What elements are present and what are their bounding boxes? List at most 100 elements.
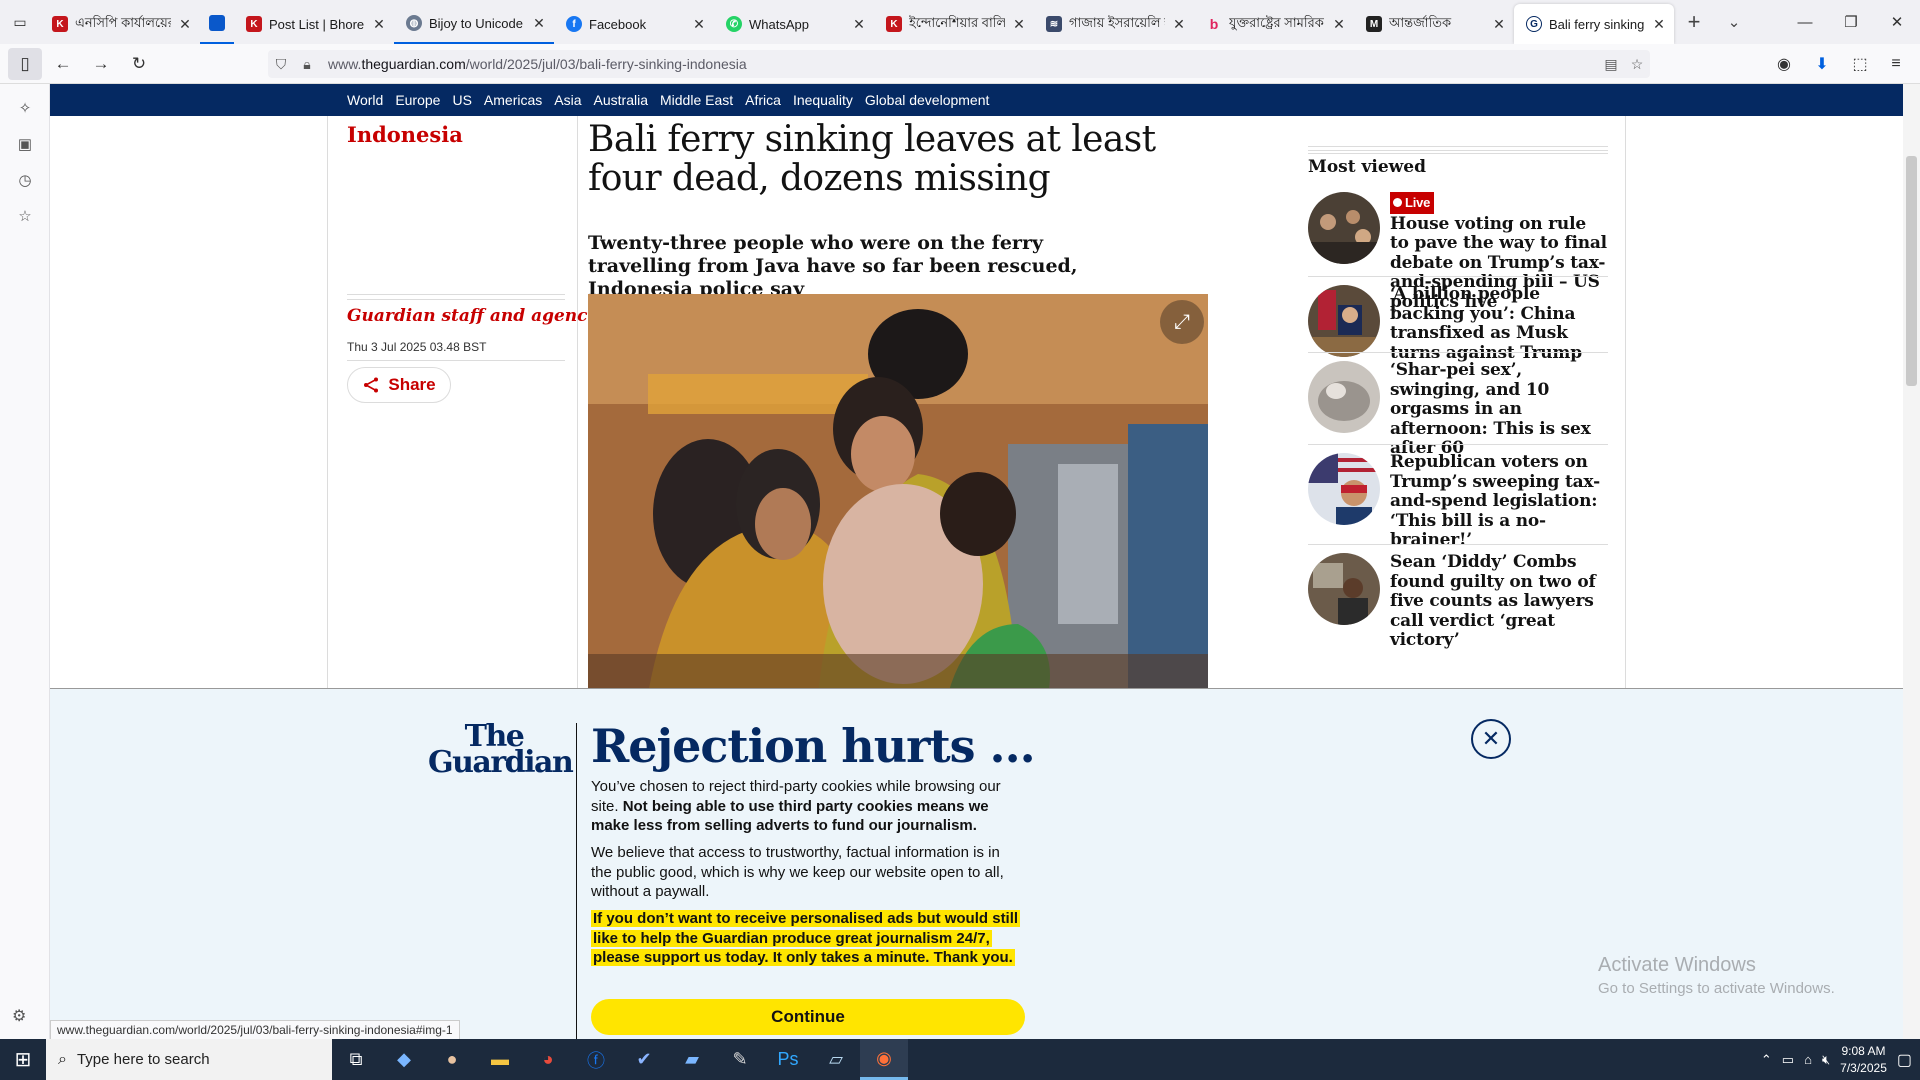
checkmark-app-icon[interactable]: ✔	[620, 1039, 668, 1080]
share-button[interactable]: Share	[347, 367, 451, 403]
taskbar-search-box[interactable]: ⌕ Type here to search	[46, 1039, 332, 1080]
reload-icon[interactable]: ↻	[122, 48, 156, 80]
tab-ncp[interactable]: K এনসিপি কার্যালয়ের ✕	[40, 4, 200, 44]
gear-icon[interactable]: ⚙	[12, 1006, 26, 1026]
guardian-icon: G	[1526, 16, 1542, 32]
notepad-icon[interactable]: ✎	[716, 1039, 764, 1080]
expand-image-icon[interactable]: ⤢	[1160, 300, 1204, 344]
nav-americas[interactable]: Americas	[484, 92, 542, 108]
chevron-up-icon[interactable]: ⌃	[1761, 1052, 1772, 1068]
url-prefix: www.	[328, 56, 362, 72]
tab-facebook[interactable]: f Facebook ✕	[554, 4, 714, 44]
close-window-icon[interactable]: ✕	[1874, 0, 1920, 44]
scrollbar[interactable]	[1903, 84, 1920, 1039]
status-url: www.theguardian.com/world/2025/jul/03/ba…	[50, 1020, 460, 1040]
chrome-icon[interactable]: ◕	[524, 1039, 572, 1080]
windows-start-icon[interactable]: ⊞	[0, 1039, 46, 1080]
close-tab-icon[interactable]: ✕	[692, 16, 706, 33]
scrollbar-thumb[interactable]	[1906, 156, 1917, 386]
close-tab-icon[interactable]: ✕	[1012, 16, 1026, 33]
bookmark-star-icon[interactable]: ☆	[1624, 56, 1650, 73]
continue-button[interactable]: Continue	[591, 999, 1025, 1035]
close-tab-icon[interactable]: ✕	[1332, 16, 1346, 33]
chevron-down-icon[interactable]: ⌄	[1714, 0, 1754, 44]
address-bar[interactable]: ⛉ 🔒︎ www.theguardian.com/world/2025/jul/…	[268, 50, 1650, 78]
downloads-icon[interactable]: ⬇	[1806, 48, 1838, 80]
tab-gaza[interactable]: ≋ গাজায় ইসরায়েলি হা ✕	[1034, 4, 1194, 44]
nav-middle-east[interactable]: Middle East	[660, 92, 733, 108]
lock-icon[interactable]: 🔒︎	[294, 56, 320, 73]
notifications-icon[interactable]: ▢	[1897, 1050, 1912, 1070]
synced-tabs-icon[interactable]: ▣	[12, 131, 38, 157]
nav-global-development[interactable]: Global development	[865, 92, 990, 108]
nav-europe[interactable]: Europe	[395, 92, 440, 108]
nav-australia[interactable]: Australia	[594, 92, 648, 108]
list-item[interactable]: Sean ‘Diddy’ Combs found guilty on two o…	[1308, 544, 1608, 650]
list-item[interactable]: Live House voting on rule to pave the wa…	[1308, 184, 1608, 311]
forward-arrow-icon[interactable]: →	[84, 48, 118, 80]
bookmarks-icon[interactable]: ☆	[12, 203, 38, 229]
close-tab-icon[interactable]: ✕	[1492, 16, 1506, 33]
account-icon[interactable]: ◉	[1768, 48, 1800, 80]
tab-whatsapp[interactable]: ✆ WhatsApp ✕	[714, 4, 874, 44]
history-icon[interactable]: ◷	[12, 167, 38, 193]
section-label[interactable]: Indonesia	[347, 122, 463, 147]
bhorer-kagoj-icon: K	[52, 16, 68, 32]
sidebar-toggle-icon[interactable]: ▯	[8, 47, 42, 80]
close-tab-icon[interactable]: ✕	[1652, 16, 1666, 33]
file-explorer-icon[interactable]: ▬	[476, 1039, 524, 1080]
tab-international[interactable]: M আন্তর্জাতিক ✕	[1354, 4, 1514, 44]
divider	[327, 116, 328, 771]
paper-app-icon[interactable]: ▱	[812, 1039, 860, 1080]
minimize-icon[interactable]: —	[1782, 0, 1828, 44]
restore-icon[interactable]: ❐	[1828, 0, 1874, 44]
tab-indonesia-bali[interactable]: K ইন্দোনেশিয়ার বালিতে ✕	[874, 4, 1034, 44]
tab-blank[interactable]	[200, 4, 234, 44]
clock[interactable]: 9:08 AM 7/3/2025	[1840, 1043, 1887, 1077]
list-item[interactable]: ‘A billion people backing you’: China tr…	[1308, 276, 1608, 362]
close-icon[interactable]: ✕	[1471, 719, 1511, 759]
extensions-icon[interactable]: ⬚	[1844, 48, 1876, 80]
menu-icon[interactable]: ≡	[1880, 48, 1912, 80]
nav-world[interactable]: World	[347, 92, 383, 108]
most-viewed-headline[interactable]: Republican voters on Trump’s sweeping ta…	[1390, 452, 1608, 551]
url-text[interactable]: www.theguardian.com/world/2025/jul/03/ba…	[328, 56, 1598, 72]
list-item[interactable]: ‘Shar-pei sex’, swinging, and 10 orgasms…	[1308, 352, 1608, 458]
close-tab-icon[interactable]: ✕	[178, 16, 192, 33]
copilot-icon[interactable]: ◆	[380, 1039, 428, 1080]
new-tab-plus-icon[interactable]: +	[1674, 0, 1714, 44]
shield-icon[interactable]: ⛉	[268, 56, 294, 73]
nav-inequality[interactable]: Inequality	[793, 92, 853, 108]
nav-africa[interactable]: Africa	[745, 92, 781, 108]
close-tab-icon[interactable]: ✕	[852, 16, 866, 33]
ai-chatbot-icon[interactable]: ✧	[12, 95, 38, 121]
volume-muted-icon[interactable]: 🔇︎	[1822, 1052, 1830, 1068]
reader-view-icon[interactable]: ▤	[1598, 56, 1624, 73]
close-tab-icon[interactable]: ✕	[372, 16, 386, 33]
tab-bijoy[interactable]: ◍ Bijoy to Unicode w ✕	[394, 4, 554, 44]
list-item[interactable]: Republican voters on Trump’s sweeping ta…	[1308, 444, 1608, 550]
network-icon[interactable]: ⌂	[1804, 1052, 1812, 1067]
photoshop-icon[interactable]: Ps	[764, 1039, 812, 1080]
folder-app-icon[interactable]: ▰	[668, 1039, 716, 1080]
tab-post-list[interactable]: K Post List | Bhorer K ✕	[234, 4, 394, 44]
nav-us[interactable]: US	[452, 92, 471, 108]
list-all-tabs-icon[interactable]: ▭	[0, 0, 40, 44]
watermark-line: Activate Windows	[1598, 954, 1756, 976]
tab-us-military[interactable]: b যুক্তরাষ্ট্রের সামরিক ✕	[1194, 4, 1354, 44]
article-main-image[interactable]	[588, 294, 1208, 694]
tab-label: যুক্তরাষ্ট্রের সামরিক	[1229, 14, 1324, 30]
most-viewed-headline[interactable]: Sean ‘Diddy’ Combs found guilty on two o…	[1390, 552, 1608, 651]
nav-asia[interactable]: Asia	[554, 92, 581, 108]
back-arrow-icon[interactable]: ←	[46, 48, 80, 80]
close-tab-icon[interactable]: ✕	[1172, 16, 1186, 33]
byline[interactable]: Guardian staff and agencies	[347, 306, 614, 326]
firefox-icon[interactable]: ◉	[860, 1039, 908, 1080]
facebook-icon[interactable]: ⓕ	[572, 1039, 620, 1080]
meet-now-icon[interactable]: ▭	[1782, 1052, 1794, 1068]
task-view-icon[interactable]: ⧉	[332, 1039, 380, 1080]
close-tab-icon[interactable]: ✕	[532, 15, 546, 32]
tab-label: ইন্দোনেশিয়ার বালিতে	[909, 14, 1005, 30]
app-icon[interactable]: ●	[428, 1039, 476, 1080]
tab-bali-ferry[interactable]: G Bali ferry sinking le ✕	[1514, 4, 1674, 44]
